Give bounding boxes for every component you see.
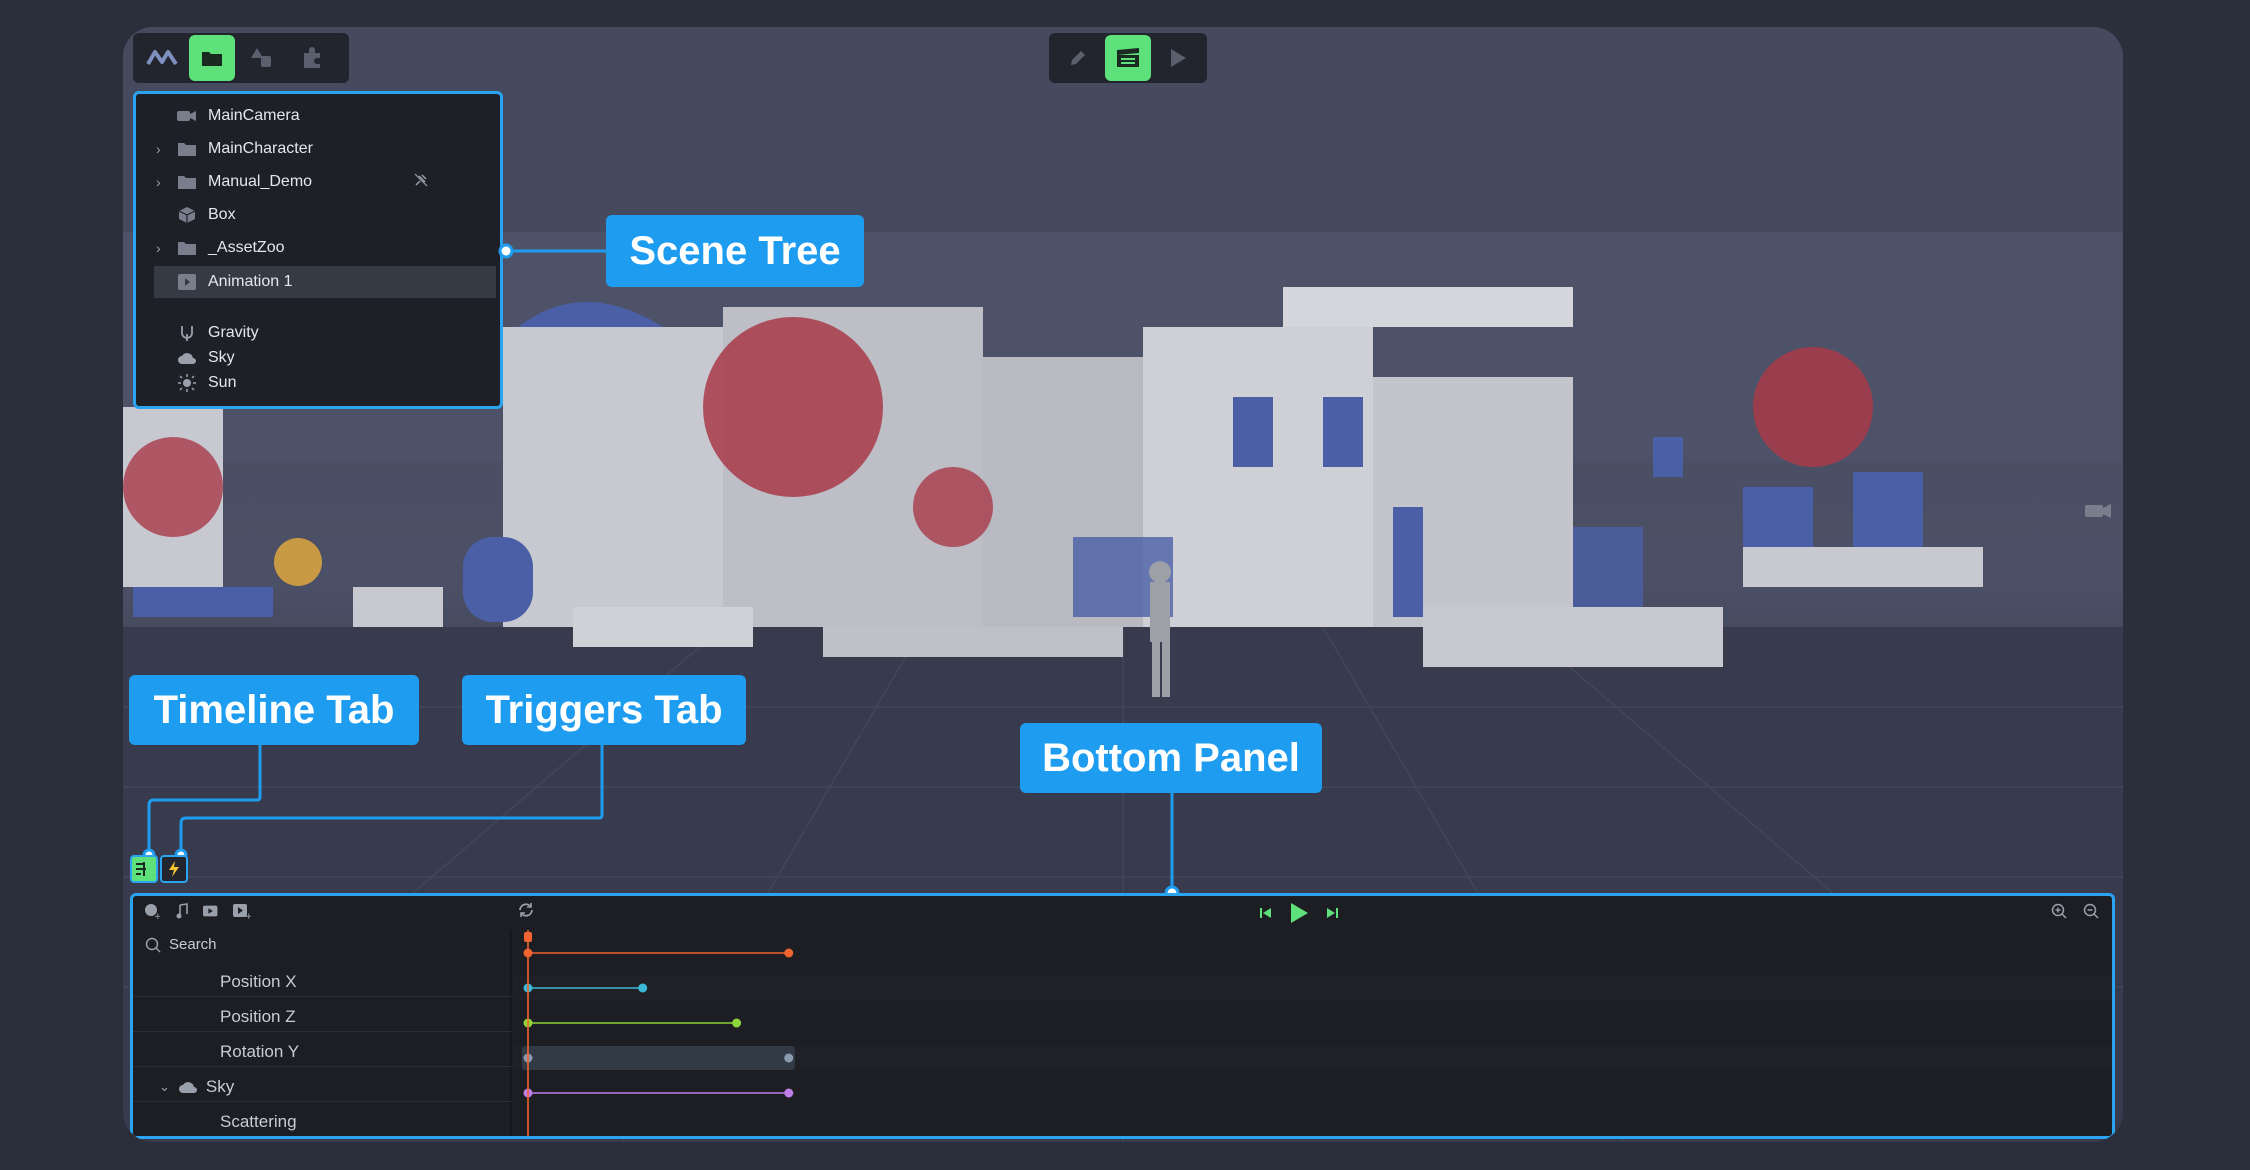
timeline-lanes[interactable] — [513, 930, 2113, 1139]
bottom-panel-tabs — [130, 855, 188, 883]
track-label-scattering[interactable]: Scattering — [220, 1112, 297, 1132]
camera-icon — [174, 109, 200, 123]
env-item-label: Sky — [208, 349, 235, 366]
row-separator — [133, 1066, 523, 1067]
env-item-sky[interactable]: Sky — [136, 345, 476, 371]
chevron-right-icon[interactable]: › — [156, 141, 174, 157]
row-separator — [133, 1031, 523, 1032]
gravity-icon — [174, 324, 200, 342]
clapperboard-icon[interactable] — [1105, 35, 1151, 81]
group-clip[interactable] — [522, 1046, 795, 1070]
callout-triggers-tab: Triggers Tab — [462, 675, 746, 745]
search-label: Search — [169, 936, 217, 953]
keyframe[interactable] — [732, 1018, 742, 1028]
cloud-icon — [178, 1082, 197, 1093]
triggers-tab-button[interactable] — [160, 855, 188, 883]
loop-icon[interactable] — [517, 901, 535, 919]
svg-text:+: + — [154, 912, 160, 919]
timeline-icon — [136, 862, 146, 876]
tree-item-maincamera[interactable]: MainCamera — [136, 100, 476, 132]
tree-item-label: _AssetZoo — [208, 239, 285, 256]
sun-icon — [174, 374, 200, 392]
play-mode-icon[interactable] — [1155, 35, 1201, 81]
cube-icon — [174, 206, 200, 224]
add-event-track-icon[interactable]: + — [233, 902, 251, 920]
shapes-icon[interactable] — [239, 35, 285, 81]
mode-toolbar — [1049, 33, 1207, 83]
tree-item-label: Animation 1 — [208, 273, 293, 290]
chevron-down-icon[interactable]: ⌄ — [159, 1079, 170, 1095]
search-icon — [145, 937, 161, 953]
zoom-out-icon[interactable] — [2082, 902, 2100, 920]
chevron-right-icon[interactable]: › — [156, 240, 174, 256]
env-item-label: Sun — [208, 374, 237, 391]
env-item-gravity[interactable]: Gravity — [136, 320, 476, 346]
tree-item-label: MainCamera — [208, 107, 300, 124]
skip-end-icon[interactable] — [1323, 904, 1341, 922]
lightning-icon — [169, 861, 179, 877]
folder-icon — [174, 174, 200, 190]
animation-icon — [174, 274, 200, 290]
tree-item-assetzoo[interactable]: › _AssetZoo — [136, 232, 476, 264]
bottom-panel: + + Search 00.51.01.52.02.53.03.54.04.55… — [130, 893, 2115, 1139]
tree-item-manual-demo[interactable]: › Manual_Demo — [136, 166, 476, 198]
skip-start-icon[interactable] — [1257, 904, 1275, 922]
tree-item-label: MainCharacter — [208, 140, 313, 157]
row-separator — [133, 1101, 523, 1102]
tree-item-label: Box — [208, 206, 236, 223]
tree-item-maincharacter[interactable]: › MainCharacter — [136, 133, 476, 165]
callout-bottom-panel: Bottom Panel — [1020, 723, 1322, 793]
zoom-in-icon[interactable] — [2050, 902, 2068, 920]
callout-scene-tree: Scene Tree — [606, 215, 864, 287]
tree-item-box[interactable]: Box — [136, 199, 476, 231]
folder-icon — [174, 141, 200, 157]
add-object-track-icon[interactable]: + — [143, 902, 161, 920]
timeline-toolbar: + + — [133, 896, 2112, 926]
track-add-tools: + + — [143, 902, 251, 920]
playhead-handle[interactable] — [524, 932, 532, 942]
keyframe[interactable] — [784, 1053, 794, 1063]
folder-icon — [174, 240, 200, 256]
edit-pencil-icon[interactable] — [1055, 35, 1101, 81]
track-list-divider[interactable] — [510, 930, 512, 1136]
zoom-controls — [2050, 902, 2100, 920]
editor-window: MainCamera › MainCharacter › Manual_Demo… — [123, 27, 2123, 1142]
keyframe[interactable] — [784, 948, 794, 958]
track-lane[interactable] — [513, 976, 2113, 1000]
transport-controls — [1257, 901, 1341, 925]
scene-tree-panel: MainCamera › MainCharacter › Manual_Demo… — [133, 91, 503, 409]
track-label-position-z[interactable]: Position Z — [220, 1007, 296, 1027]
svg-text:+: + — [245, 912, 251, 919]
chevron-right-icon[interactable]: › — [156, 174, 174, 190]
keyframe[interactable] — [638, 983, 648, 993]
track-search[interactable]: Search — [145, 936, 217, 953]
play-icon[interactable] — [1287, 901, 1311, 925]
tree-item-label: Manual_Demo — [208, 173, 313, 190]
tree-item-animation-1[interactable]: Animation 1 — [154, 266, 496, 298]
track-group-label: Sky — [205, 1077, 235, 1096]
env-item-label: Gravity — [208, 324, 259, 341]
scene-tree-folder-button[interactable] — [189, 35, 235, 81]
timeline-tab-button[interactable] — [130, 855, 158, 883]
logo-icon[interactable] — [139, 35, 185, 81]
add-audio-track-icon[interactable] — [173, 902, 191, 920]
track-group-sky[interactable]: ⌄ Sky — [159, 1077, 234, 1097]
cloud-icon — [174, 351, 200, 365]
add-video-track-icon[interactable] — [203, 902, 221, 920]
main-toolbar — [133, 33, 349, 83]
track-label-rotation-y[interactable]: Rotation Y — [220, 1042, 299, 1062]
unpin-icon[interactable] — [414, 173, 428, 191]
callout-timeline-tab: Timeline Tab — [129, 675, 419, 745]
row-separator — [133, 996, 523, 997]
track-lane[interactable] — [513, 1011, 2113, 1035]
env-item-sun[interactable]: Sun — [136, 370, 476, 396]
track-label-position-x[interactable]: Position X — [220, 972, 297, 992]
plugin-icon[interactable] — [289, 35, 335, 81]
keyframe[interactable] — [784, 1088, 794, 1098]
